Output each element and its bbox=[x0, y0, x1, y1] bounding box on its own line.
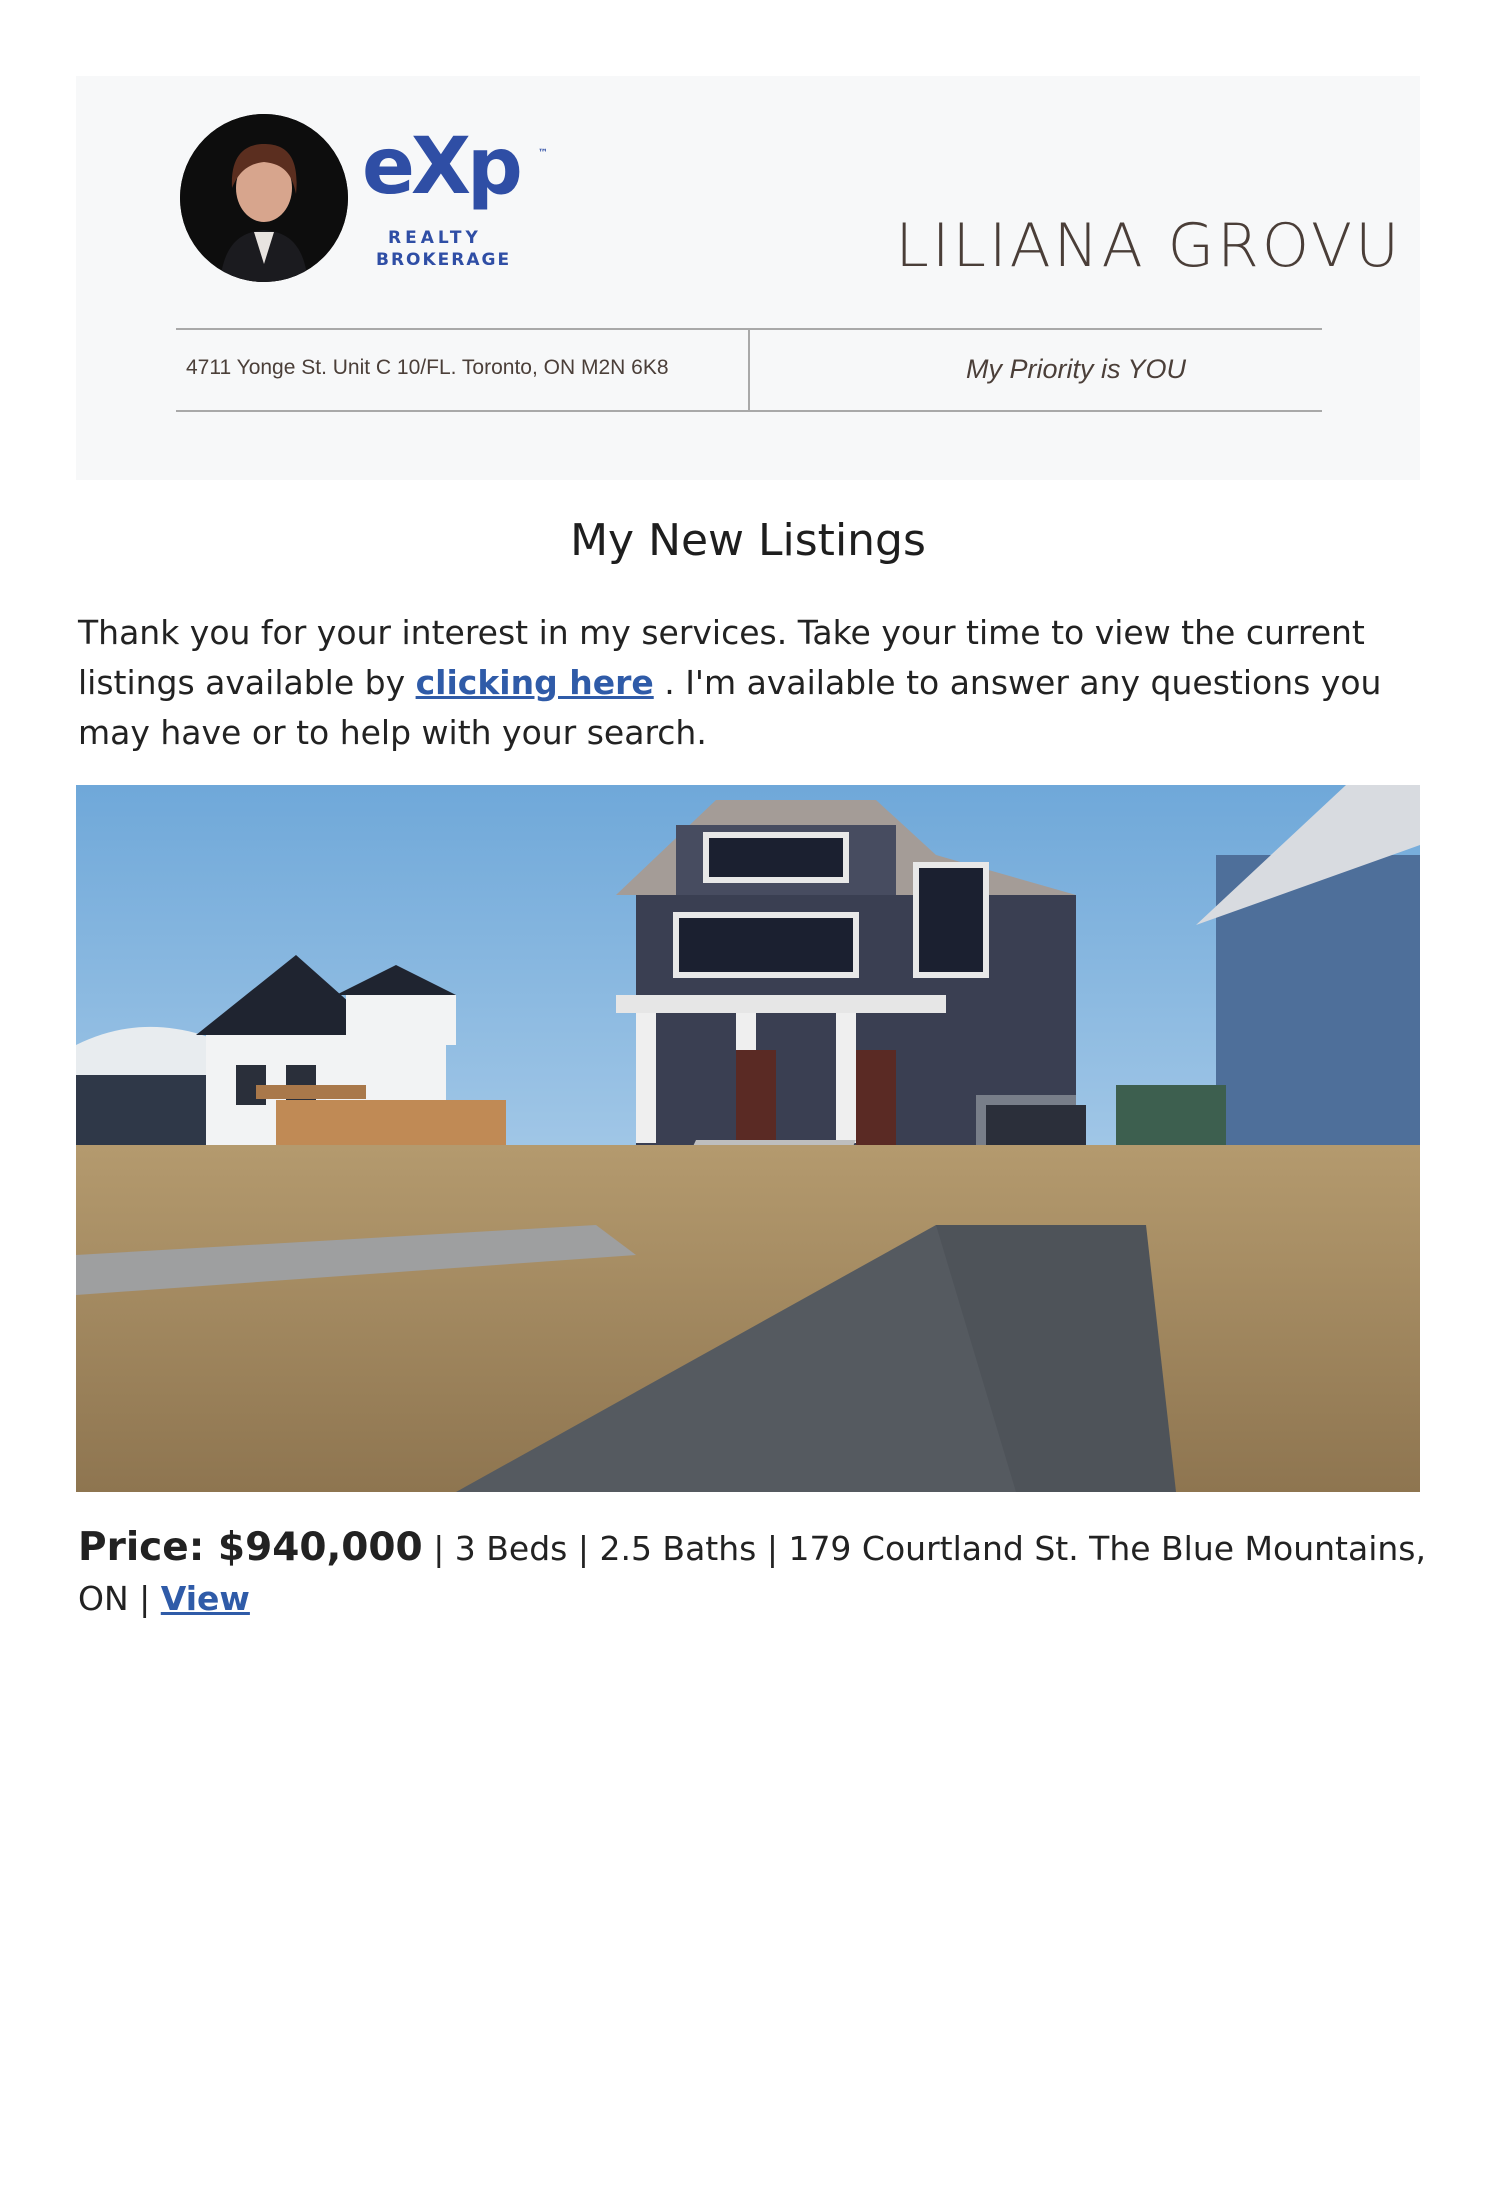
listing-price: Price: $940,000 bbox=[78, 1525, 423, 1570]
logo-realty-text: REALTY bbox=[388, 228, 482, 248]
exp-realty-logo: eXp ™ REALTY BROKERAGE bbox=[362, 128, 562, 269]
logo-exp-text: eXp bbox=[362, 122, 523, 212]
logo-brokerage-text: BROKERAGE bbox=[376, 250, 512, 270]
intro-paragraph: Thank you for your interest in my servic… bbox=[78, 608, 1428, 758]
listing-summary: Price: $940,000 | 3 Beds | 2.5 Baths | 1… bbox=[78, 1523, 1428, 1624]
view-listing-link[interactable]: View bbox=[161, 1579, 250, 1618]
agent-tagline: My Priority is YOU bbox=[965, 354, 1187, 384]
agent-address: 4711 Yonge St. Unit C 10/FL. Toronto, ON… bbox=[186, 356, 669, 379]
email-header: eXp ™ REALTY BROKERAGE LILIANA GROVU 471… bbox=[76, 76, 1420, 480]
page-title: My New Listings bbox=[570, 515, 926, 566]
listings-link[interactable]: clicking here bbox=[416, 663, 654, 702]
agent-avatar bbox=[180, 114, 348, 282]
agent-name: LILIANA GROVU bbox=[895, 211, 1402, 281]
listing-photo[interactable] bbox=[76, 785, 1420, 1492]
logo-trademark: ™ bbox=[538, 148, 548, 159]
header-bottom-divider bbox=[176, 410, 1322, 412]
